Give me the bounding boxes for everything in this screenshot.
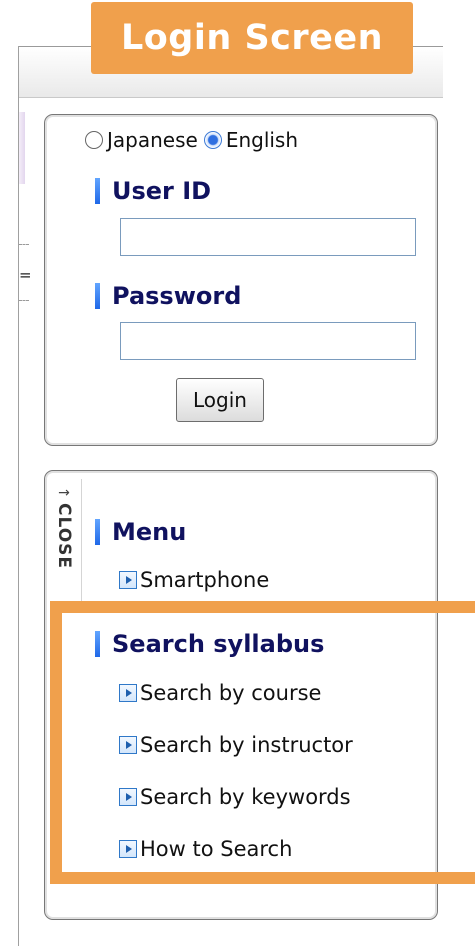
menu-heading: Menu bbox=[95, 518, 186, 546]
password-input[interactable] bbox=[120, 322, 416, 360]
language-radio-japanese[interactable] bbox=[85, 131, 103, 149]
menu-link-smartphone[interactable]: Smartphone bbox=[119, 568, 269, 592]
close-tab[interactable]: → CLOSE bbox=[53, 485, 75, 605]
login-button[interactable]: Login bbox=[176, 378, 264, 422]
play-arrow-icon bbox=[119, 684, 137, 702]
login-panel: Japanese English User ID Password Login bbox=[44, 114, 438, 446]
close-tab-label: CLOSE bbox=[54, 503, 74, 570]
heading-bar bbox=[95, 519, 100, 545]
search-syllabus-label: Search syllabus bbox=[112, 630, 325, 658]
close-tab-divider bbox=[81, 479, 82, 609]
menu-link-how-to-search[interactable]: How to Search bbox=[119, 837, 292, 861]
heading-bar bbox=[95, 631, 100, 657]
language-label-japanese: Japanese bbox=[107, 128, 198, 152]
menu-link-label: Search by instructor bbox=[140, 733, 353, 757]
menu-heading-label: Menu bbox=[112, 518, 187, 546]
play-arrow-icon bbox=[119, 788, 137, 806]
play-arrow-icon bbox=[119, 736, 137, 754]
title-badge: Login Screen bbox=[91, 2, 413, 74]
menu-link-label: How to Search bbox=[140, 837, 293, 861]
heading-bar bbox=[95, 283, 100, 309]
user-id-heading: User ID bbox=[95, 177, 211, 205]
user-id-label: User ID bbox=[112, 177, 212, 205]
play-arrow-icon bbox=[119, 840, 137, 858]
menu-link-label: Search by course bbox=[140, 681, 322, 705]
language-label-english: English bbox=[225, 128, 299, 152]
password-heading: Password bbox=[95, 282, 241, 310]
language-selector: Japanese English bbox=[85, 125, 304, 155]
menu-panel: → CLOSE Menu Smartphone Search syllabus … bbox=[44, 470, 438, 920]
left-pane-divider bbox=[19, 300, 29, 301]
left-pane-accent bbox=[19, 112, 25, 184]
heading-bar bbox=[95, 178, 100, 204]
menu-link-label: Smartphone bbox=[140, 568, 270, 592]
password-label: Password bbox=[112, 282, 242, 310]
language-radio-english[interactable] bbox=[203, 131, 222, 149]
menu-link-search-by-course[interactable]: Search by course bbox=[119, 681, 321, 705]
menu-link-search-by-instructor[interactable]: Search by instructor bbox=[119, 733, 353, 757]
search-syllabus-heading: Search syllabus bbox=[95, 630, 324, 658]
user-id-input[interactable] bbox=[120, 218, 416, 256]
menu-link-label: Search by keywords bbox=[140, 785, 351, 809]
play-arrow-icon bbox=[119, 571, 137, 589]
left-pane-cut-glyph: = bbox=[19, 266, 32, 284]
left-partial-pane bbox=[19, 98, 35, 946]
left-pane-divider bbox=[19, 244, 29, 245]
menu-link-search-by-keywords[interactable]: Search by keywords bbox=[119, 785, 351, 809]
arrow-right-icon: → bbox=[58, 485, 70, 501]
